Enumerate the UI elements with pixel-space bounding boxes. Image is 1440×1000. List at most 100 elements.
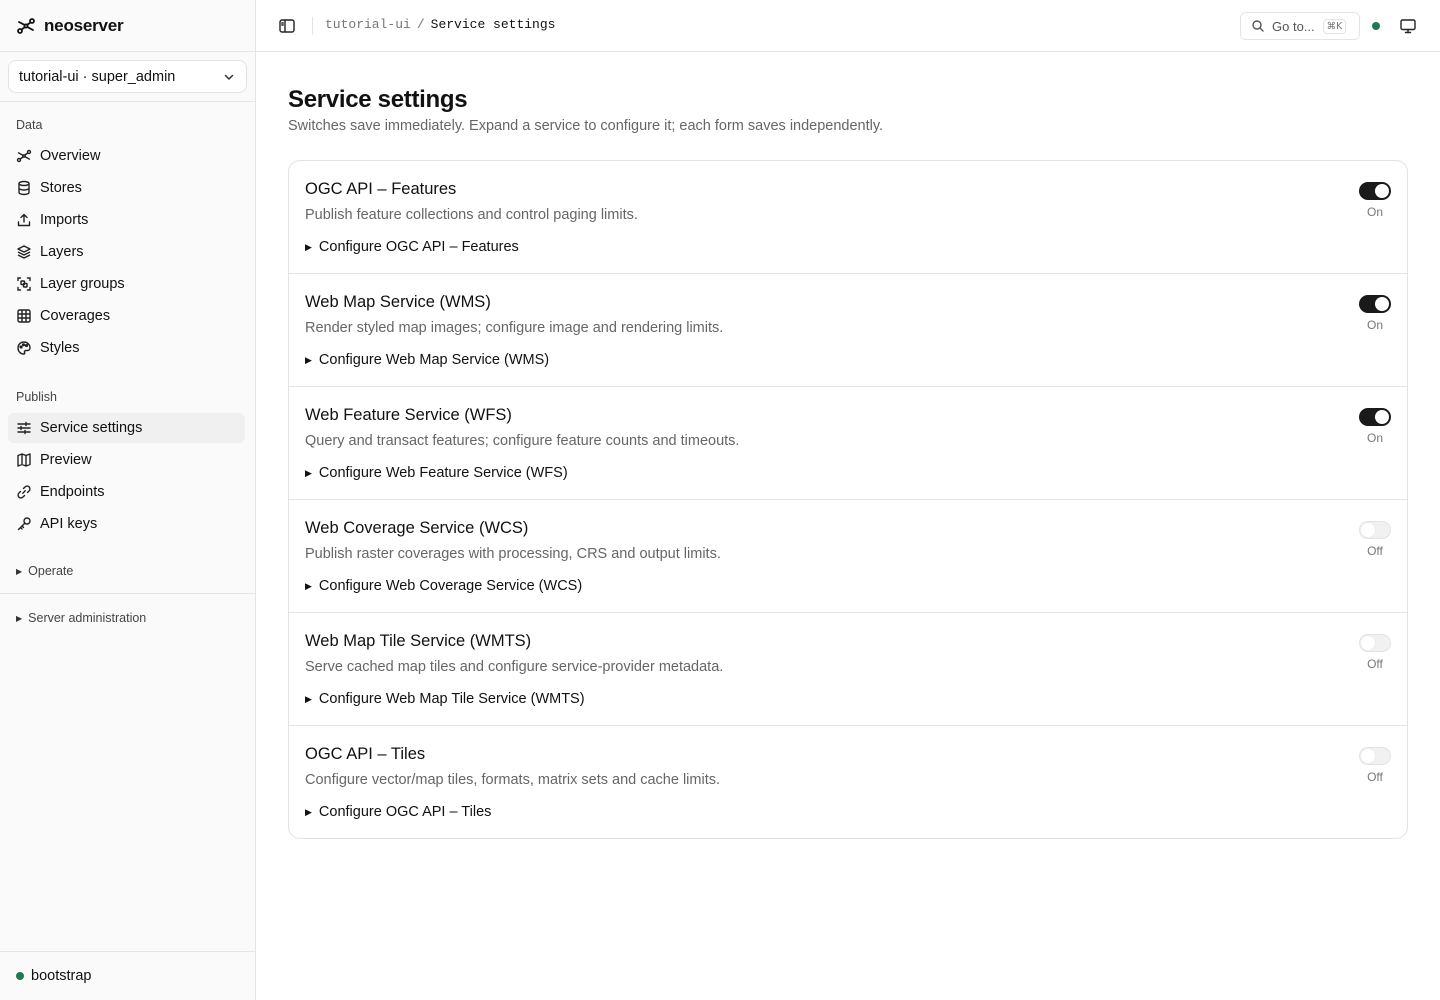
triangle-right-icon: ▶ xyxy=(16,566,23,576)
sidebar-item-label: API keys xyxy=(40,516,98,532)
neoserver-logo-icon xyxy=(17,17,35,34)
app-name: neoserver xyxy=(44,15,124,35)
goto-search-button[interactable]: Go to... ⌘K xyxy=(1240,12,1360,40)
service-toggle[interactable] xyxy=(1359,408,1391,426)
sidebar-item-overview[interactable]: Overview xyxy=(8,141,245,171)
sidebar-item-endpoints[interactable]: Endpoints xyxy=(8,477,245,507)
service-row: Web Map Service (WMS) Render styled map … xyxy=(289,274,1407,387)
database-icon xyxy=(18,180,30,196)
service-toggle[interactable] xyxy=(1359,182,1391,200)
search-icon xyxy=(1252,20,1264,32)
sidebar-group-operate[interactable]: ▶ Operate xyxy=(16,564,73,578)
triangle-right-icon: ▶ xyxy=(305,241,312,252)
toggle-state-label: On xyxy=(1366,318,1383,332)
triangle-right-icon: ▶ xyxy=(305,467,312,478)
goto-label: Go to... xyxy=(1272,18,1315,34)
service-name: OGC API – Tiles xyxy=(305,745,426,763)
breadcrumb-separator: / xyxy=(416,17,425,32)
upload-icon xyxy=(17,213,31,227)
toggle-state-label: On xyxy=(1366,205,1383,219)
sidebar-item-label: Preview xyxy=(40,452,92,468)
configure-label: Configure Web Map Tile Service (WMTS) xyxy=(318,691,585,707)
service-name: OGC API – Features xyxy=(305,180,457,198)
sidebar-divider xyxy=(0,101,255,102)
sidebar-item-label: Endpoints xyxy=(40,484,105,500)
sidebar-divider xyxy=(0,593,255,594)
configure-label: Configure Web Feature Service (WFS) xyxy=(318,465,568,481)
service-description: Publish feature collections and control … xyxy=(305,207,638,223)
sidebar-group-label: Operate xyxy=(28,564,74,578)
link-icon xyxy=(17,485,31,499)
service-row: Web Map Tile Service (WMTS) Serve cached… xyxy=(289,613,1407,726)
sidebar-item-layer-groups[interactable]: Layer groups xyxy=(8,269,245,299)
sidebar-item-service-settings[interactable]: Service settings xyxy=(8,413,245,443)
tenant-selector[interactable]: tutorial-ui · super_admin xyxy=(8,60,247,93)
toggle-knob xyxy=(1361,636,1375,650)
toggle-knob xyxy=(1375,297,1389,311)
service-toggle[interactable] xyxy=(1359,747,1391,765)
service-name: Web Map Service (WMS) xyxy=(305,293,491,311)
toggle-state-label: Off xyxy=(1367,544,1383,558)
triangle-right-icon: ▶ xyxy=(305,693,312,704)
grid-icon xyxy=(17,309,31,323)
breadcrumb: tutorial-ui / Service settings xyxy=(325,17,555,32)
configure-disclosure[interactable]: ▶ Configure OGC API – Features xyxy=(305,239,519,255)
status-dot xyxy=(16,972,24,980)
service-row: OGC API – Tiles Configure vector/map til… xyxy=(289,726,1407,838)
sidebar-group-server-administration[interactable]: ▶ Server administration xyxy=(16,611,146,625)
sidebar-item-api-keys[interactable]: API keys xyxy=(8,509,245,539)
overview-icon xyxy=(16,149,32,163)
service-toggle[interactable] xyxy=(1359,634,1391,652)
group-icon xyxy=(17,277,31,291)
sidebar-item-coverages[interactable]: Coverages xyxy=(8,301,245,331)
sliders-icon xyxy=(17,421,31,435)
services-card: OGC API – Features Publish feature colle… xyxy=(288,160,1408,839)
service-toggle[interactable] xyxy=(1359,295,1391,313)
sidebar-item-stores[interactable]: Stores xyxy=(8,173,245,203)
service-name: Web Map Tile Service (WMTS) xyxy=(305,632,532,650)
sidebar-item-label: Layers xyxy=(40,244,84,260)
monitor-icon[interactable] xyxy=(1399,17,1417,35)
sidebar-item-imports[interactable]: Imports xyxy=(8,205,245,235)
sidebar-group-label: Server administration xyxy=(28,611,147,625)
service-description: Publish raster coverages with processing… xyxy=(305,546,721,562)
configure-disclosure[interactable]: ▶ Configure Web Map Tile Service (WMTS) xyxy=(305,691,585,707)
chevron-down-icon xyxy=(224,74,234,80)
sidebar-item-styles[interactable]: Styles xyxy=(8,333,245,363)
sidebar-item-label: Imports xyxy=(40,212,89,228)
palette-icon xyxy=(17,341,31,355)
section-label-publish: Publish xyxy=(16,390,57,404)
footer-status-label: bootstrap xyxy=(31,968,92,984)
brand[interactable]: neoserver xyxy=(0,0,255,52)
configure-disclosure[interactable]: ▶ Configure OGC API – Tiles xyxy=(305,804,491,820)
configure-label: Configure OGC API – Features xyxy=(318,239,519,255)
sidebar-item-label: Service settings xyxy=(40,420,143,436)
configure-disclosure[interactable]: ▶ Configure Web Coverage Service (WCS) xyxy=(305,578,582,594)
toggle-knob xyxy=(1361,749,1375,763)
sidebar-item-layers[interactable]: Layers xyxy=(8,237,245,267)
service-toggle[interactable] xyxy=(1359,521,1391,539)
configure-label: Configure OGC API – Tiles xyxy=(318,804,492,820)
service-description: Query and transact features; configure f… xyxy=(305,433,740,449)
sidebar-item-label: Coverages xyxy=(40,308,111,324)
sidebar-item-preview[interactable]: Preview xyxy=(8,445,245,475)
toggle-sidebar-icon[interactable] xyxy=(278,17,296,35)
toggle-state-label: On xyxy=(1366,431,1383,445)
triangle-right-icon: ▶ xyxy=(16,613,23,623)
configure-label: Configure Web Coverage Service (WCS) xyxy=(318,578,583,594)
topbar-divider xyxy=(312,17,313,35)
breadcrumb-root[interactable]: tutorial-ui xyxy=(325,17,411,32)
configure-label: Configure Web Map Service (WMS) xyxy=(318,352,550,368)
goto-shortcut: ⌘K xyxy=(1322,18,1347,34)
page-title: Service settings xyxy=(288,86,468,113)
configure-disclosure[interactable]: ▶ Configure Web Map Service (WMS) xyxy=(305,352,549,368)
sidebar-item-label: Overview xyxy=(40,148,101,164)
configure-disclosure[interactable]: ▶ Configure Web Feature Service (WFS) xyxy=(305,465,568,481)
sidebar-item-label: Styles xyxy=(40,340,80,356)
toggle-knob xyxy=(1375,410,1389,424)
topbar: tutorial-ui / Service settings Go to... … xyxy=(256,0,1440,52)
service-description: Configure vector/map tiles, formats, mat… xyxy=(305,772,721,788)
toggle-state-label: Off xyxy=(1367,770,1383,784)
service-row: Web Coverage Service (WCS) Publish raste… xyxy=(289,500,1407,613)
sidebar-footer-status: bootstrap xyxy=(0,951,255,1000)
